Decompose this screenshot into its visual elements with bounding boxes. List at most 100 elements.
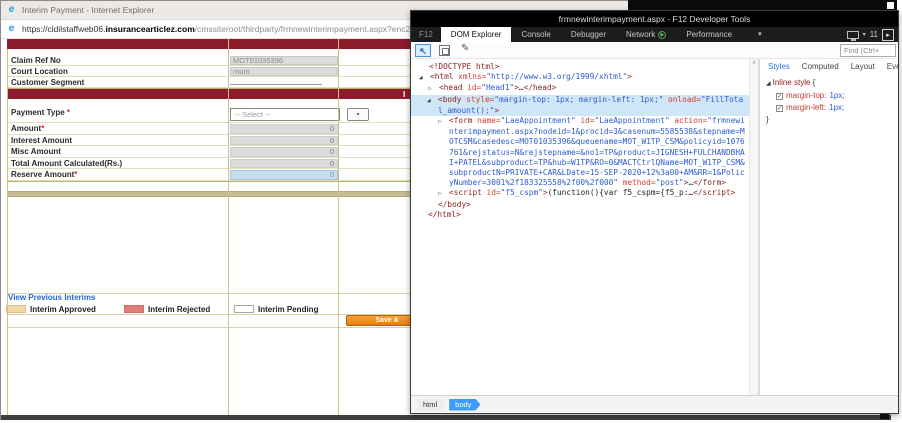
more-tabs-chevron-icon[interactable]: ▾ — [758, 27, 762, 42]
code-segment: "FillTota — [701, 95, 743, 104]
page-favicon-icon: e — [6, 24, 17, 35]
field-label: Customer Segment — [11, 78, 84, 87]
section-header-visible-text: I — [403, 90, 405, 99]
tab-debugger[interactable]: Debugger — [561, 27, 616, 42]
collapsed-marker-icon[interactable]: ▷ — [438, 117, 449, 127]
legend-item: Interim Pending — [234, 304, 318, 314]
rule-expand-icon[interactable]: ◢ — [766, 81, 771, 87]
devtools-titlebar: frmnewinterimpayment.aspx - F12 Develope… — [411, 11, 898, 27]
collapsed-marker-icon[interactable]: ▷ — [428, 84, 439, 94]
breadcrumb-body[interactable]: body — [449, 399, 480, 411]
inline-style-rule[interactable]: ◢Inline style { — [766, 77, 898, 90]
network-play-icon: ▶ — [658, 31, 666, 39]
payment-type-select[interactable]: -- Select -- — [230, 108, 340, 121]
select-element-icon[interactable]: ↖ — [415, 44, 431, 57]
tab-performance[interactable]: Performance — [676, 27, 742, 42]
f12-label: F12 — [411, 27, 441, 42]
readonly-field[interactable]: MOT01035396 — [230, 56, 338, 65]
dom-tree-node[interactable]: <!DOCTYPE html> — [411, 62, 749, 72]
background-window-button — [887, 2, 894, 9]
styles-tab-computed[interactable]: Computed — [802, 62, 839, 71]
text-input[interactable] — [230, 84, 322, 85]
styles-tab-layout[interactable]: Layout — [851, 62, 875, 71]
edit-html-icon[interactable]: ✎ — [461, 43, 469, 54]
dom-tree-node[interactable]: yNumber=3001%2f183325558%2f00%2f000" met… — [411, 178, 749, 188]
dom-tree-node[interactable]: ▷<head id="Head1">…</head> — [411, 83, 749, 94]
dom-tree-node[interactable]: 761&rejstatus=N&rejstepname=&no1=TP&prod… — [411, 148, 749, 158]
dom-tree-node[interactable]: </body> — [411, 200, 749, 210]
expanded-marker-icon[interactable]: ◢ — [427, 96, 438, 106]
code-segment: > — [494, 106, 499, 115]
property-name: margin-top: — [786, 90, 826, 102]
code-segment: </script> — [693, 188, 735, 197]
styles-tab-eve[interactable]: Eve — [887, 62, 898, 71]
collapsed-marker-icon[interactable]: ▷ — [438, 189, 449, 199]
property-checkbox[interactable]: ✓ — [776, 93, 783, 100]
field-label: Misc Amount — [11, 147, 61, 156]
dom-tree-node[interactable]: ▷<script id="f5_cspm">(function(){var f5… — [411, 188, 749, 199]
styles-pane-body: ◢Inline style { ✓margin-top:1px;✓margin-… — [760, 75, 898, 395]
url-path: /cmssiteroot/thirdparty/frmnewinterimpay… — [195, 24, 420, 34]
style-property: ✓margin-top:1px; — [766, 90, 898, 102]
code-segment: "post" — [656, 178, 684, 187]
property-checkbox[interactable]: ✓ — [776, 105, 783, 112]
code-segment: onload= — [663, 95, 701, 104]
table-column-border — [228, 39, 229, 415]
url-prefix: https://cldilstaffweb06. — [22, 24, 105, 34]
table-column-border — [338, 39, 339, 415]
style-property: ✓margin-left:1px; — [766, 102, 898, 114]
code-segment: </head> — [524, 83, 557, 92]
find-input[interactable]: Find (Ctrl+ — [840, 44, 896, 57]
dom-tree[interactable]: <!DOCTYPE html>◢<html xmlns="http://www.… — [411, 59, 749, 395]
styles-tab-styles[interactable]: Styles — [768, 62, 790, 71]
readonly-field[interactable]: mum — [230, 67, 338, 76]
legend-swatch — [124, 305, 144, 313]
legend-item: Interim Rejected — [124, 304, 210, 314]
document-mode-value[interactable]: 11 — [870, 30, 878, 39]
legend-label: Interim Rejected — [148, 305, 210, 314]
amount-field[interactable]: 0 — [230, 147, 338, 157]
legend-swatch — [6, 305, 26, 313]
doc-mode-chevron-icon[interactable]: ▾ — [863, 31, 866, 38]
tab-console[interactable]: Console — [511, 27, 560, 42]
code-segment: "http://www.w3.org/1999/xhtml" — [486, 72, 627, 81]
dom-tree-scrollbar[interactable]: ∧ — [749, 59, 758, 395]
view-previous-interims-link[interactable]: View Previous Interims — [8, 293, 95, 302]
secondary-dropdown[interactable]: ▾ — [347, 108, 369, 121]
code-segment: action= — [670, 116, 708, 125]
dom-tree-node[interactable]: nterimpayment.aspx?nodeid=1&procid=3&cas… — [411, 127, 749, 137]
expanded-marker-icon[interactable]: ◢ — [419, 73, 430, 83]
tab-network[interactable]: Network▶ — [616, 27, 676, 42]
code-segment: subproductN=PRIVATE+CAR&LDate=15-SEP-202… — [449, 168, 745, 177]
dom-tree-node[interactable]: subproductN=PRIVATE+CAR&LDate=15-SEP-202… — [411, 168, 749, 178]
url-domain: insurancearticlez.com — [105, 24, 194, 34]
expand-panel-icon[interactable]: ▸ — [882, 29, 894, 41]
required-asterisk: * — [67, 108, 70, 117]
dom-tree-node[interactable]: l_amount();"> — [411, 106, 749, 116]
devtools-tabbar: F12 DOM ExplorerConsoleDebuggerNetwork▶P… — [411, 27, 898, 42]
tab-dom-explorer[interactable]: DOM Explorer — [441, 27, 512, 42]
scroll-up-icon[interactable]: ∧ — [752, 60, 756, 66]
dom-tree-node[interactable]: ◢<body style="margin-top: 1px; margin-le… — [411, 95, 749, 106]
devtools-toolbar: ↖ ✎ Find (Ctrl+ — [411, 42, 898, 59]
dom-tree-node[interactable]: I+PATEL&subproduct=TP&hub=W1TP&RO=0&MACT… — [411, 158, 749, 168]
amount-field[interactable]: 0 — [230, 159, 338, 169]
table-left-border — [7, 49, 8, 415]
element-highlight-icon[interactable] — [439, 45, 450, 56]
code-segment: "margin-top: 1px; margin-left: 1px;" — [494, 95, 663, 104]
amount-field[interactable]: 0 — [230, 136, 338, 146]
dom-tree-node[interactable]: ▷<form name="LaeAppointment" id="LaeAppo… — [411, 116, 749, 127]
amount-field[interactable]: 0 — [230, 124, 338, 134]
dom-tree-node[interactable]: OTCSM&casedesc=MOT01035396&queuename=MOT… — [411, 137, 749, 147]
code-segment: (function(){var f5_cspm={f5_p:… — [548, 188, 694, 197]
tab-label: Network — [626, 27, 655, 42]
code-segment: 761&rejstatus=N&rejstepname=&no1=TP&prod… — [449, 148, 745, 157]
amount-field[interactable]: 0 — [230, 170, 338, 180]
code-segment: "Head1" — [481, 83, 514, 92]
code-segment: <body — [438, 95, 461, 104]
dom-tree-node[interactable]: </html> — [411, 210, 749, 220]
emulation-monitor-icon[interactable] — [847, 31, 859, 39]
dom-tree-node[interactable]: ◢<html xmlns="http://www.w3.org/1999/xht… — [411, 72, 749, 83]
rule-close-brace: } — [766, 114, 898, 126]
breadcrumb-html[interactable]: html — [417, 399, 446, 411]
